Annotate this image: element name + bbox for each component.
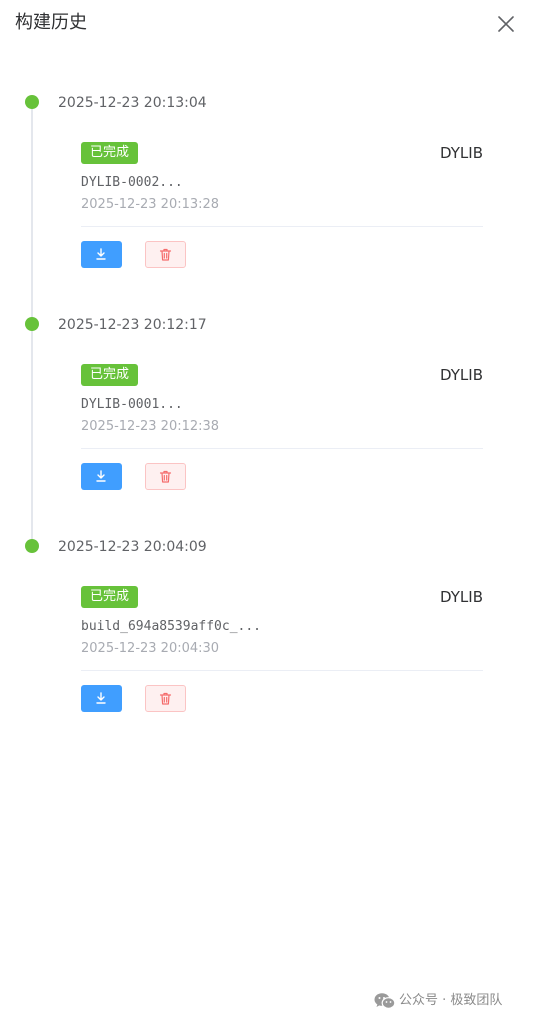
download-button[interactable] bbox=[81, 685, 122, 712]
build-type: DYLIB bbox=[440, 588, 483, 606]
delete-button[interactable] bbox=[145, 241, 186, 268]
wechat-icon bbox=[374, 993, 396, 1009]
build-card: 已完成 DYLIB build_694a8539aff0c_... 2025-1… bbox=[81, 586, 483, 714]
status-badge: 已完成 bbox=[81, 586, 139, 608]
download-icon bbox=[96, 248, 106, 260]
divider bbox=[81, 226, 483, 227]
divider bbox=[81, 448, 483, 449]
build-file-name: DYLIB-0002... bbox=[81, 175, 183, 190]
build-created-time: 2025-12-23 20:12:38 bbox=[81, 419, 220, 434]
timeline-timestamp: 2025-12-23 20:12:17 bbox=[58, 317, 207, 333]
build-file-name: DYLIB-0001... bbox=[81, 397, 183, 412]
timeline-timestamp: 2025-12-23 20:13:04 bbox=[58, 95, 207, 111]
timeline-item: 2025-12-23 20:13:04 已完成 DYLIB DYLIB-0002… bbox=[0, 80, 539, 302]
build-type: DYLIB bbox=[440, 144, 483, 162]
download-icon bbox=[96, 692, 106, 704]
timeline-item: 2025-12-23 20:12:17 已完成 DYLIB DYLIB-0001… bbox=[0, 302, 539, 524]
timeline-dot bbox=[25, 317, 39, 331]
status-badge: 已完成 bbox=[81, 364, 139, 386]
drawer-header: 构建历史 bbox=[0, 0, 539, 48]
timeline-dot bbox=[25, 95, 39, 109]
close-icon bbox=[498, 16, 514, 32]
timeline-item: 2025-12-23 20:04:09 已完成 DYLIB build_694a… bbox=[0, 524, 539, 746]
build-created-time: 2025-12-23 20:13:28 bbox=[81, 197, 220, 212]
build-card: 已完成 DYLIB DYLIB-0001... 2025-12-23 20:12… bbox=[81, 364, 483, 492]
close-button[interactable] bbox=[494, 12, 518, 36]
timeline-dot bbox=[25, 539, 39, 553]
build-card: 已完成 DYLIB DYLIB-0002... 2025-12-23 20:13… bbox=[81, 142, 483, 270]
build-created-time: 2025-12-23 20:04:30 bbox=[81, 641, 220, 656]
build-type: DYLIB bbox=[440, 366, 483, 384]
delete-button[interactable] bbox=[145, 685, 186, 712]
build-file-name: build_694a8539aff0c_... bbox=[81, 619, 262, 634]
download-button[interactable] bbox=[81, 241, 122, 268]
trash-icon bbox=[159, 248, 172, 261]
watermark-text: 公众号 · 极致团队 bbox=[399, 993, 503, 1008]
download-button[interactable] bbox=[81, 463, 122, 490]
trash-icon bbox=[159, 692, 172, 705]
drawer-title: 构建历史 bbox=[15, 12, 87, 33]
delete-button[interactable] bbox=[145, 463, 186, 490]
trash-icon bbox=[159, 470, 172, 483]
download-icon bbox=[96, 470, 106, 482]
timeline-timestamp: 2025-12-23 20:04:09 bbox=[58, 539, 207, 555]
divider bbox=[81, 670, 483, 671]
status-badge: 已完成 bbox=[81, 142, 139, 164]
